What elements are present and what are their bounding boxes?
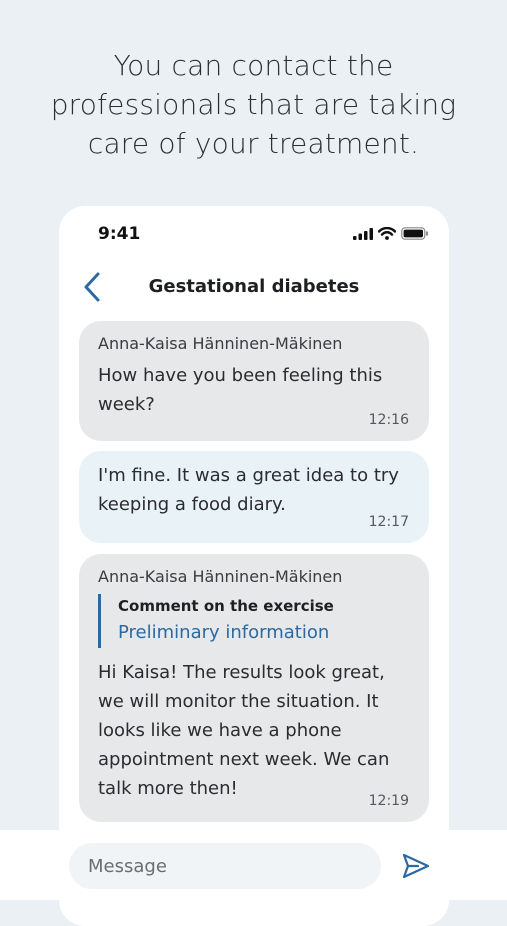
message-time: 12:17 <box>368 514 409 530</box>
send-icon <box>402 853 430 879</box>
message-line: appointment next week. We can <box>98 749 390 770</box>
status-time: 9:41 <box>98 224 141 244</box>
message-bubble-incoming[interactable]: Anna-Kaisa Hänninen-Mäkinen How have you… <box>79 321 429 441</box>
headline-line: You can contact the <box>113 49 394 82</box>
headline-line: care of your treatment. <box>87 127 420 160</box>
message-text: I'm fine. It was a great idea to try kee… <box>98 461 409 519</box>
message-text: Hi Kaisa! The results look great, we wil… <box>98 658 409 803</box>
message-sender: Anna-Kaisa Hänninen-Mäkinen <box>98 334 343 353</box>
message-bubble-incoming[interactable]: Anna-Kaisa Hänninen-Mäkinen Comment on t… <box>79 554 429 822</box>
conversation-title: Gestational diabetes <box>148 276 360 297</box>
message-line: How have you been feeling this <box>98 365 383 386</box>
wifi-icon <box>378 227 396 240</box>
message-text: How have you been feeling this week? <box>98 361 409 419</box>
message-line: Hi Kaisa! The results look great, <box>98 662 385 683</box>
quote-title: Comment on the exercise <box>118 597 334 615</box>
headline-line: professionals that are taking <box>50 88 457 121</box>
message-sender: Anna-Kaisa Hänninen-Mäkinen <box>98 567 343 586</box>
send-button[interactable] <box>400 850 432 882</box>
message-line: talk more then! <box>98 778 238 799</box>
message-bubble-outgoing[interactable]: I'm fine. It was a great idea to try kee… <box>79 451 429 543</box>
signal-icon <box>353 227 373 240</box>
battery-icon <box>401 227 428 240</box>
message-line: we will monitor the situation. It <box>98 691 379 712</box>
status-icons <box>353 227 429 240</box>
message-line: looks like we have a phone <box>98 720 342 741</box>
quote-link[interactable]: Preliminary information <box>118 618 409 648</box>
message-input[interactable] <box>69 843 381 889</box>
quoted-exercise: Comment on the exercise Preliminary info… <box>98 594 409 648</box>
message-composer <box>0 830 507 900</box>
message-time: 12:16 <box>368 412 409 428</box>
headline: You can contact the professionals that a… <box>0 46 507 163</box>
message-time: 12:19 <box>368 793 409 809</box>
message-line: keeping a food diary. <box>98 494 286 515</box>
message-line: I'm fine. It was a great idea to try <box>98 465 399 486</box>
message-line: week? <box>98 394 155 415</box>
phone-screen: 9:41 Gestational diabetes Anna-Kaisa Hän… <box>59 206 449 926</box>
